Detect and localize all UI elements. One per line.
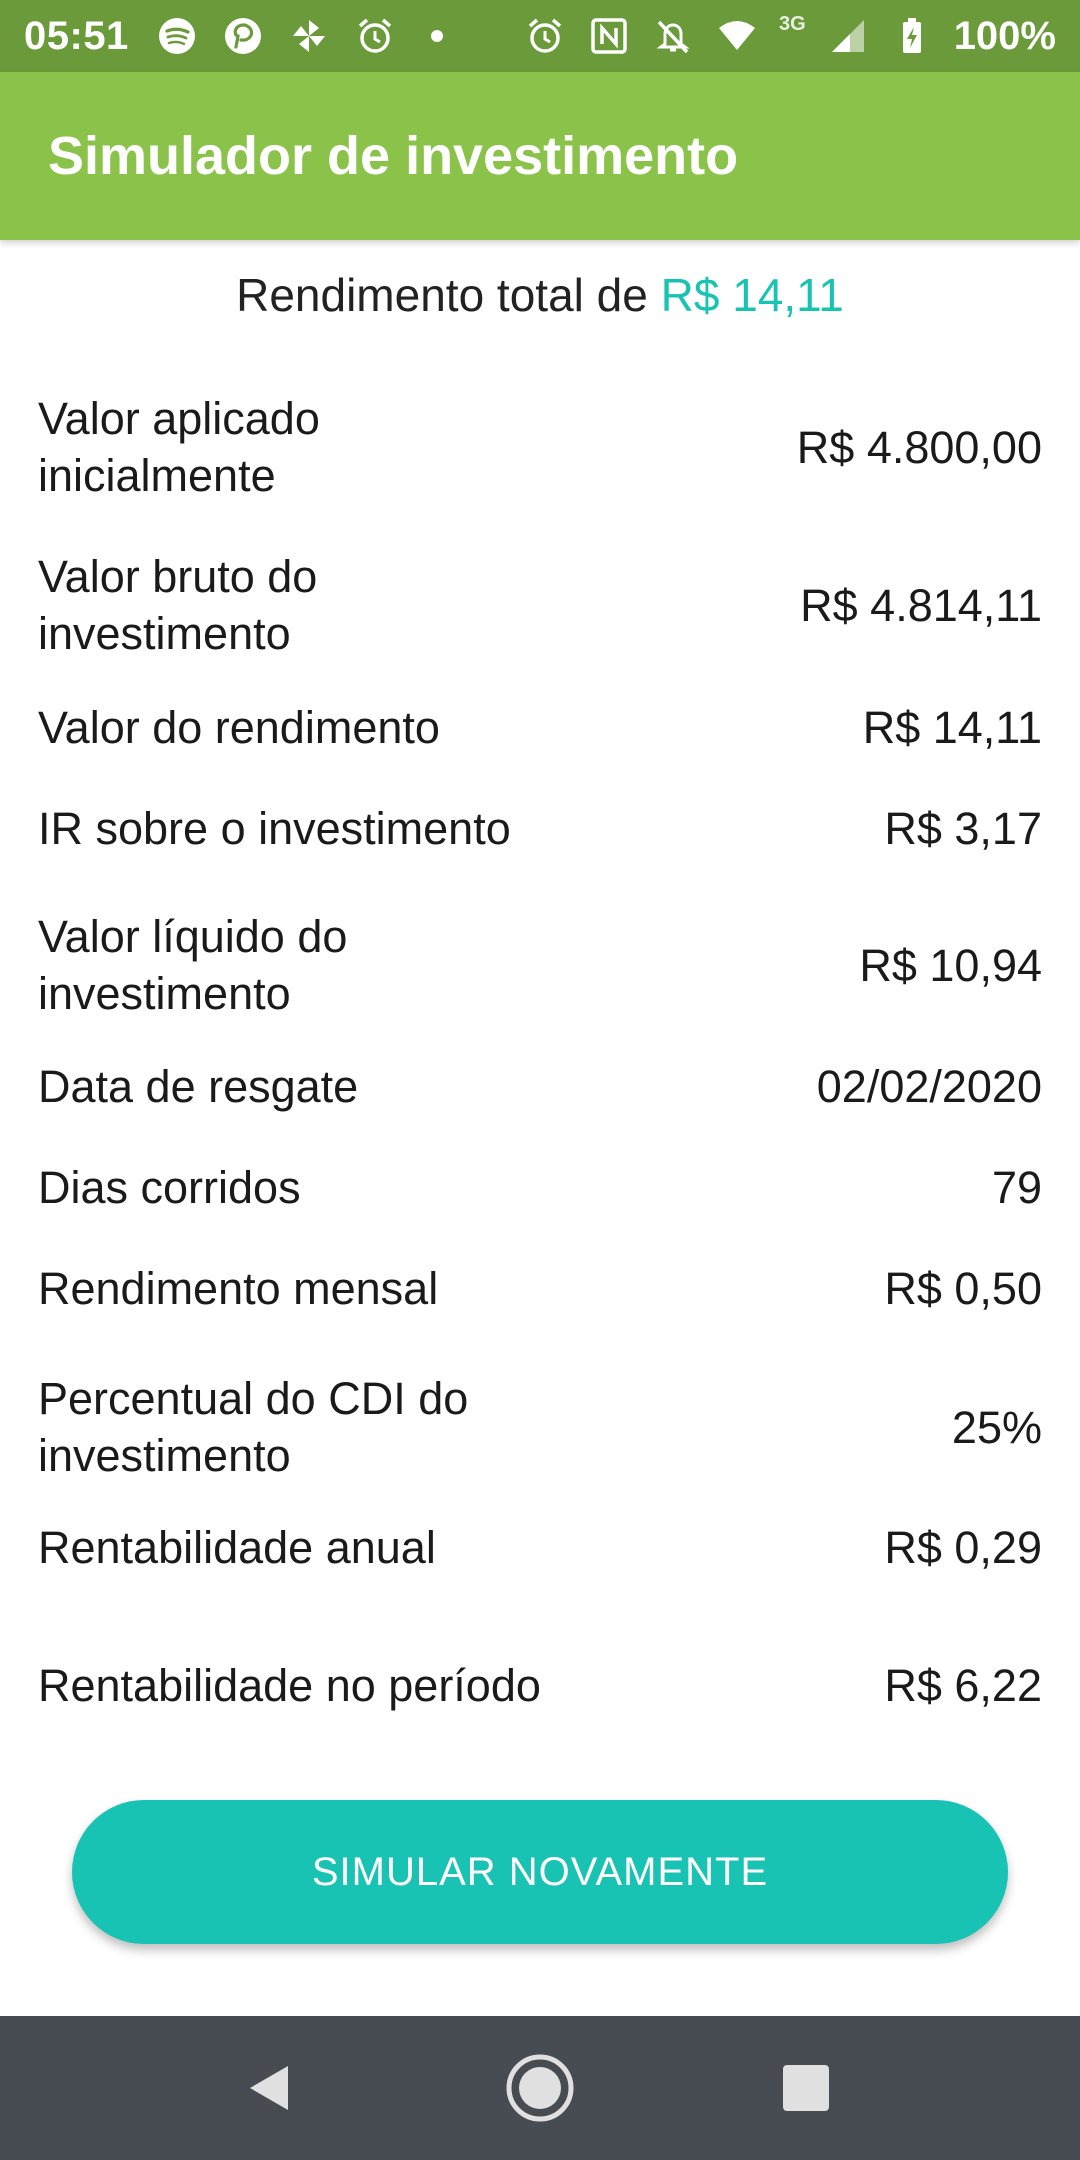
more-notifications-dot bbox=[430, 30, 443, 42]
network-type: 3G bbox=[779, 12, 806, 35]
mute-icon bbox=[651, 14, 695, 58]
notification-icons bbox=[155, 14, 443, 58]
result-row-yield-value: Valor do rendimento R$ 14,11 bbox=[38, 697, 1042, 757]
result-row-income-tax: IR sobre o investimento R$ 3,17 bbox=[38, 798, 1042, 858]
result-value: R$ 4.800,00 bbox=[796, 421, 1042, 473]
result-row-gross-value: Valor bruto do investimento R$ 4.814,11 bbox=[38, 548, 1042, 662]
result-value: R$ 10,94 bbox=[859, 939, 1042, 991]
total-yield-label: Rendimento total de bbox=[236, 269, 661, 321]
app-bar: Simulador de investimento bbox=[0, 72, 1080, 240]
system-icons: 3G 100% bbox=[523, 12, 1056, 59]
signal-icon bbox=[826, 14, 870, 58]
result-label: Rentabilidade anual bbox=[38, 1521, 436, 1573]
result-value: 25% bbox=[951, 1401, 1042, 1453]
battery-percentage: 100% bbox=[953, 13, 1056, 58]
result-value: R$ 0,29 bbox=[884, 1521, 1042, 1573]
alarm-icon bbox=[353, 14, 397, 58]
home-icon[interactable] bbox=[504, 2052, 576, 2124]
result-row-period-return: Rentabilidade no período R$ 6,22 bbox=[38, 1628, 1042, 1742]
result-row-calendar-days: Dias corridos 79 bbox=[38, 1157, 1042, 1217]
result-row-redemption-date: Data de resgate 02/02/2020 bbox=[38, 1056, 1042, 1116]
result-value: R$ 3,17 bbox=[884, 802, 1042, 854]
wifi-icon bbox=[715, 14, 759, 58]
spotify-icon bbox=[155, 14, 199, 58]
result-value: R$ 14,11 bbox=[862, 701, 1042, 753]
total-yield-summary: Rendimento total de R$ 14,11 bbox=[0, 268, 1080, 322]
battery-icon bbox=[890, 14, 934, 58]
simulate-again-button[interactable]: SIMULAR NOVAMENTE bbox=[72, 1800, 1008, 1944]
result-value: R$ 6,22 bbox=[884, 1659, 1042, 1711]
result-value: 79 bbox=[991, 1161, 1042, 1213]
navigation-bar bbox=[0, 2016, 1080, 2160]
result-row-monthly-yield: Rendimento mensal R$ 0,50 bbox=[38, 1258, 1042, 1318]
pinwheel-icon bbox=[287, 14, 331, 58]
result-label: Rendimento mensal bbox=[38, 1262, 439, 1314]
result-row-cdi-percentage: Percentual do CDI do investimento 25% bbox=[38, 1370, 1042, 1484]
result-row-initial-value: Valor aplicado inicialmente R$ 4.800,00 bbox=[38, 390, 1042, 504]
result-label: Data de resgate bbox=[38, 1060, 359, 1112]
result-label: Valor aplicado inicialmente bbox=[38, 393, 320, 501]
recents-icon[interactable] bbox=[770, 2052, 842, 2124]
back-icon[interactable] bbox=[234, 2052, 306, 2124]
result-value: R$ 4.814,11 bbox=[800, 579, 1042, 631]
result-value: 02/02/2020 bbox=[816, 1060, 1042, 1112]
nfc-icon bbox=[587, 14, 631, 58]
result-row-net-value: Valor líquido do investimento R$ 10,94 bbox=[38, 908, 1042, 1022]
result-label: Rentabilidade no período bbox=[38, 1659, 541, 1711]
result-value: R$ 0,50 bbox=[884, 1262, 1042, 1314]
result-label: Valor do rendimento bbox=[38, 701, 440, 753]
result-label: IR sobre o investimento bbox=[38, 802, 511, 854]
status-time: 05:51 bbox=[24, 13, 129, 58]
result-row-annual-return: Rentabilidade anual R$ 0,29 bbox=[38, 1517, 1042, 1577]
result-label: Valor líquido do investimento bbox=[38, 911, 348, 1019]
alarm-icon bbox=[523, 14, 567, 58]
result-label: Valor bruto do investimento bbox=[38, 551, 318, 659]
result-label: Dias corridos bbox=[38, 1161, 301, 1213]
total-yield-amount: R$ 14,11 bbox=[660, 269, 844, 321]
page-title: Simulador de investimento bbox=[48, 126, 739, 186]
pinterest-icon bbox=[221, 14, 265, 58]
status-bar: 05:51 3G 100% bbox=[0, 0, 1080, 72]
result-label: Percentual do CDI do investimento bbox=[38, 1373, 469, 1481]
